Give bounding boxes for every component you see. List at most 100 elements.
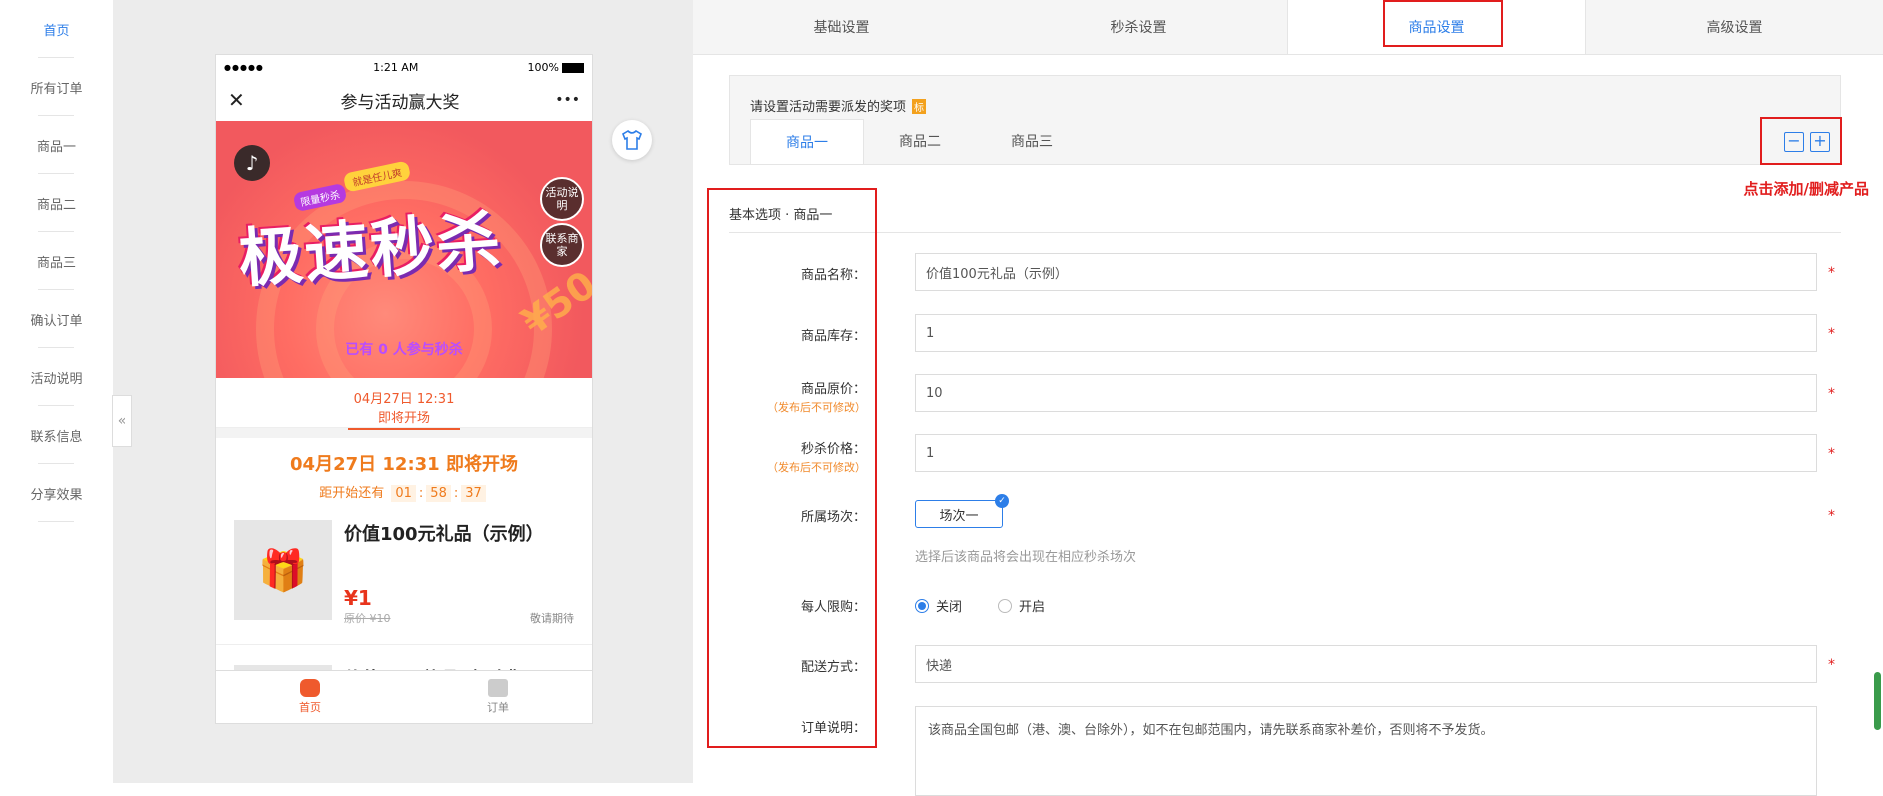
label-purchase-limit: 每人限购： xyxy=(800,600,866,615)
tab-orders[interactable]: 订单 xyxy=(404,671,592,723)
settings-tabs: 基础设置 秒杀设置 商品设置 高级设置 xyxy=(693,0,1883,55)
prize-card-title: 请设置活动需要派发的奖项标 xyxy=(750,96,927,115)
required-mark: * xyxy=(1828,446,1835,462)
activity-rules-button[interactable]: 活动说明 xyxy=(540,177,584,221)
radio-label: 关闭 xyxy=(936,600,963,615)
battery-percent: 100% xyxy=(527,60,559,74)
session-tab[interactable]: 04月27日 12:31 即将开场 xyxy=(216,378,592,430)
close-icon[interactable]: ✕ xyxy=(228,88,245,112)
session-underline xyxy=(348,428,460,430)
subtab-product-3[interactable]: 商品三 xyxy=(976,119,1088,163)
collapse-sidebar-button[interactable]: « xyxy=(112,395,132,447)
stock-input[interactable]: 1 xyxy=(915,314,1817,352)
participants-count: 已有 0 人参与秒杀 xyxy=(345,342,463,358)
sidebar-item-contact[interactable]: 联系信息 xyxy=(0,406,113,464)
sidebar-item-label: 联系信息 xyxy=(30,429,83,445)
countdown-separator: : xyxy=(453,486,459,501)
activity-banner: ♪ 就是任儿爽 限量秒杀 极速秒杀 活动说明 联系商家 ¥50 已有 0 人参与… xyxy=(216,121,592,378)
product-price: ¥1 xyxy=(344,586,372,610)
prize-card-title-text: 请设置活动需要派发的奖项 xyxy=(750,100,907,115)
sidebar-item-product-3[interactable]: 商品三 xyxy=(0,232,113,290)
session-hint: 选择后该商品将会出现在相应秒杀场次 xyxy=(915,550,1137,565)
label-text: 商品原价： xyxy=(800,382,866,397)
phone-tabbar: 首页 订单 xyxy=(216,670,592,723)
product-status: 敬请期待 xyxy=(530,612,574,625)
subtab-product-1[interactable]: 商品一 xyxy=(750,119,864,164)
sidebar: 首页 所有订单 商品一 商品二 商品三 确认订单 活动说明 联系信息 分享效果 xyxy=(0,0,114,783)
tab-advanced-settings[interactable]: 高级设置 xyxy=(1586,0,1883,54)
sidebar-item-product-2[interactable]: 商品二 xyxy=(0,174,113,232)
required-mark: * xyxy=(1828,326,1835,342)
sidebar-item-confirm-order[interactable]: 确认订单 xyxy=(0,290,113,348)
signal-icon: ●●●●● xyxy=(224,62,264,72)
product-card[interactable]: 🎁 价值100元礼品（示例） ¥1 原价 ¥10 敬请期待 xyxy=(216,502,592,626)
countdown-hours: 01 xyxy=(391,485,416,502)
banner-title: 极速秒杀 xyxy=(236,203,505,298)
sidebar-item-label: 商品三 xyxy=(36,255,76,271)
sidebar-item-label: 首页 xyxy=(43,23,70,39)
section-divider xyxy=(729,232,1841,233)
radio-selected-icon xyxy=(915,598,929,613)
product-name: 价值100元礼品（示例） xyxy=(344,524,544,545)
tab-home[interactable]: 首页 xyxy=(216,671,404,723)
label-note: （发布后不可修改） xyxy=(767,461,866,474)
more-icon[interactable]: ••• xyxy=(555,92,580,108)
phone-navbar: ✕ 参与活动赢大奖 ••• xyxy=(216,79,592,121)
shirt-icon xyxy=(622,130,642,150)
sidebar-item-label: 商品一 xyxy=(36,139,76,155)
orders-icon xyxy=(488,679,508,697)
product-subtabs: 商品一 商品二 商品三 xyxy=(750,119,1088,164)
radio-label: 开启 xyxy=(1019,600,1046,615)
countdown-seconds: 37 xyxy=(461,485,486,502)
subtab-product-2[interactable]: 商品二 xyxy=(864,119,976,163)
sidebar-item-all-orders[interactable]: 所有订单 xyxy=(0,58,113,116)
label-order-note: 订单说明： xyxy=(800,721,866,736)
tab-label: 首页 xyxy=(299,701,321,714)
session-status: 即将开场 xyxy=(377,411,430,426)
theme-shirt-button[interactable] xyxy=(612,120,652,160)
tab-basic-settings[interactable]: 基础设置 xyxy=(693,0,990,54)
required-mark: * xyxy=(1828,508,1835,524)
phone-page-title: 参与活动赢大奖 xyxy=(340,92,460,113)
sidebar-item-home[interactable]: 首页 xyxy=(0,0,113,58)
required-mark: * xyxy=(1828,657,1835,673)
scrollbar[interactable] xyxy=(1874,672,1881,730)
add-remove-controls: − + xyxy=(1784,132,1830,152)
phone-preview: ●●●●● 1:21 AM 100% ✕ 参与活动赢大奖 ••• ♪ 就是任儿爽… xyxy=(215,54,593,724)
countdown-separator: : xyxy=(418,486,424,501)
status-bar: ●●●●● 1:21 AM 100% xyxy=(216,55,592,79)
sidebar-item-label: 确认订单 xyxy=(30,313,83,329)
sidebar-item-label: 商品二 xyxy=(36,197,76,213)
add-product-button[interactable]: + xyxy=(1810,132,1830,152)
remove-product-button[interactable]: − xyxy=(1784,132,1804,152)
label-session: 所属场次： xyxy=(800,510,866,525)
label-stock: 商品库存： xyxy=(800,329,866,344)
contact-merchant-button[interactable]: 联系商家 xyxy=(540,223,584,267)
tab-product-settings[interactable]: 商品设置 xyxy=(1287,0,1586,54)
tab-label: 订单 xyxy=(487,701,509,714)
label-original-price: 商品原价： （发布后不可修改） xyxy=(767,378,866,415)
limit-off-radio[interactable]: 关闭 xyxy=(915,596,962,615)
music-icon[interactable]: ♪ xyxy=(234,145,270,181)
sidebar-item-product-1[interactable]: 商品一 xyxy=(0,116,113,174)
label-shipping: 配送方式： xyxy=(800,660,866,675)
required-mark: * xyxy=(1828,265,1835,281)
countdown-prefix: 距开始还有 xyxy=(319,486,385,501)
status-time: 1:21 AM xyxy=(373,60,419,74)
product-name-input[interactable]: 价值100元礼品（示例） xyxy=(915,253,1817,291)
countdown-minutes: 58 xyxy=(426,485,451,502)
session-chip[interactable]: 场次一 xyxy=(915,500,1003,528)
prize-card: 请设置活动需要派发的奖项标 商品一 商品二 商品三 − + xyxy=(729,75,1841,165)
tag-badge: 标 xyxy=(912,99,927,114)
limit-on-radio[interactable]: 开启 xyxy=(998,596,1045,615)
tab-seckill-settings[interactable]: 秒杀设置 xyxy=(990,0,1287,54)
original-price-input[interactable]: 10 xyxy=(915,374,1817,412)
sidebar-item-share[interactable]: 分享效果 xyxy=(0,464,113,522)
label-note: （发布后不可修改） xyxy=(767,401,866,414)
label-product-name: 商品名称： xyxy=(800,268,866,283)
shipping-input[interactable]: 快递 xyxy=(915,645,1817,683)
check-icon: ✓ xyxy=(995,494,1009,508)
required-mark: * xyxy=(1828,386,1835,402)
sidebar-item-activity-rules[interactable]: 活动说明 xyxy=(0,348,113,406)
seckill-price-input[interactable]: 1 xyxy=(915,434,1817,472)
